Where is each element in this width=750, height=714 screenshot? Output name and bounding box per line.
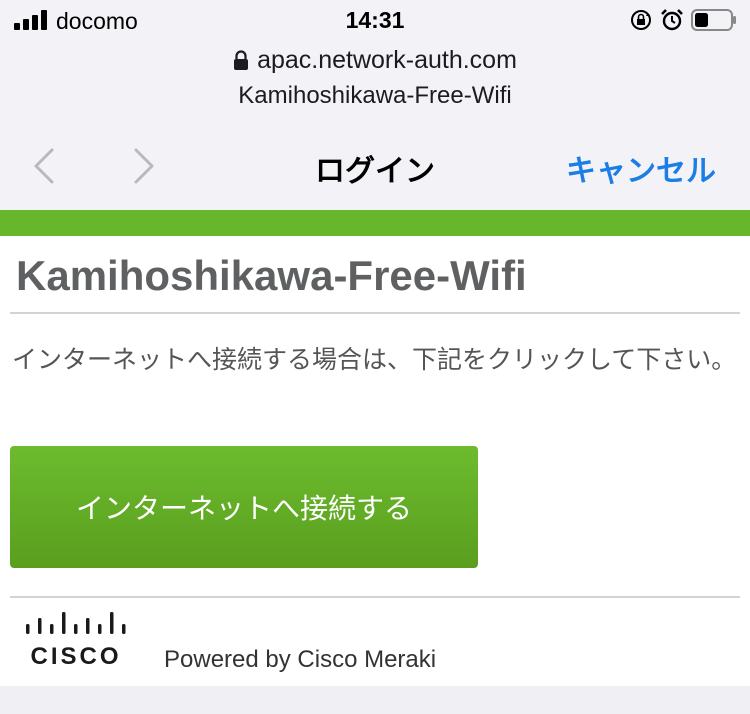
url-line: apac.network-auth.com [0,46,750,75]
status-bar: docomo 14:31 [0,0,750,40]
cisco-wordmark: CISCO [30,643,121,668]
battery-icon [691,9,736,31]
divider [10,312,740,314]
page-bottom [0,686,750,714]
divider [10,596,740,598]
navigation-bar: ログイン キャンセル [0,120,750,210]
brand-strip [0,210,750,236]
instruction-text: インターネットへ接続する場合は、下記をクリックして下さい。 [12,345,737,374]
page-title: Kamihoshikawa-Free-Wifi [16,252,527,299]
address-area: apac.network-auth.com Kamihoshikawa-Free… [0,40,750,120]
orientation-lock-icon [631,10,651,30]
network-ssid: Kamihoshikawa-Free-Wifi [238,82,512,109]
url-domain: apac.network-auth.com [257,46,517,74]
alarm-icon [661,9,683,31]
cancel-button[interactable]: キャンセル [566,146,716,190]
cisco-logo: CISCO [26,612,126,668]
connect-internet-button[interactable]: インターネットへ接続する [10,446,478,568]
portal-content: Kamihoshikawa-Free-Wifi インターネットへ接続する場合は、… [0,236,750,686]
powered-by-text: Powered by Cisco Meraki [164,646,437,673]
padlock-icon [234,50,249,70]
